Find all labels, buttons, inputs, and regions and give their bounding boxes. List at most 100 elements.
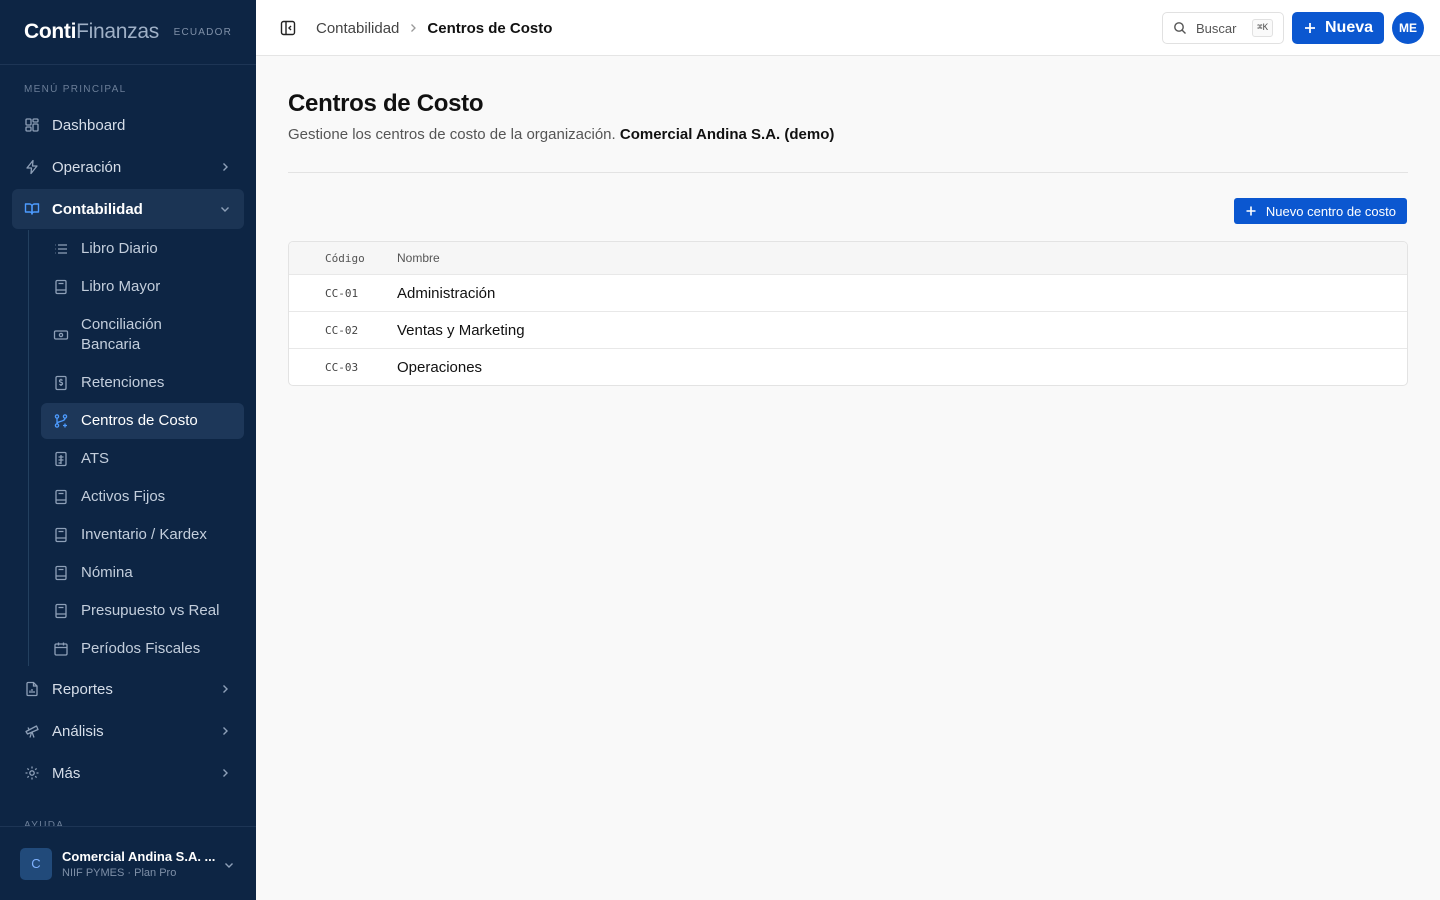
sidebar-subitem-label: Centros de Costo	[81, 412, 198, 429]
search-button[interactable]: Buscar ⌘K	[1162, 12, 1284, 44]
submenu-rail	[28, 230, 29, 666]
sidebar-item-dashboard[interactable]: Dashboard	[12, 105, 244, 145]
cell-name: Ventas y Marketing	[397, 321, 525, 339]
sidebar-subitem-libro-mayor[interactable]: Libro Mayor	[41, 267, 244, 305]
bolt-icon	[24, 159, 40, 175]
topbar: Contabilidad Centros de Costo Buscar ⌘K …	[256, 0, 1440, 56]
sidebar-toggle-icon[interactable]	[280, 20, 296, 36]
chevron-right-icon	[223, 727, 228, 735]
brand-logo[interactable]: ContiFinanzas	[24, 20, 159, 44]
sidebar-subitem-label: Activos Fijos	[81, 488, 166, 505]
org-plan: NIIF PYMES · Plan Pro	[62, 866, 177, 879]
breadcrumb-parent[interactable]: Contabilidad	[316, 20, 399, 37]
sidebar-subitem-label: ATS	[81, 450, 110, 467]
page-subtitle: Gestione los centros de costo de la orga…	[288, 126, 834, 143]
search-shortcut: ⌘K	[1252, 19, 1273, 37]
dashboard-icon	[24, 117, 40, 133]
sidebar-subitem-label: Libro Mayor	[81, 278, 161, 295]
new-button[interactable]: Nueva	[1292, 12, 1384, 44]
sidebar-subitem-label: Inventario / Kardex	[81, 526, 207, 543]
brand-name-light: Finanzas	[76, 20, 159, 43]
plus-icon	[1304, 23, 1315, 33]
add-cost-center-button[interactable]: Nuevo centro de costo	[1233, 198, 1407, 224]
ledger-icon	[55, 603, 67, 619]
telescope-icon	[24, 723, 40, 739]
breadcrumb: Contabilidad Centros de Costo	[316, 0, 552, 56]
ledger-icon	[55, 527, 67, 543]
sidebar-item-mas[interactable]: Más	[12, 753, 244, 793]
brand-country: ECUADOR	[173, 26, 232, 38]
brand: ContiFinanzas ECUADOR	[0, 0, 256, 65]
chevron-right-icon	[223, 769, 228, 777]
sidebar-item-label: Más	[52, 764, 81, 782]
sidebar-subitem-presupuesto-vs-real[interactable]: Presupuesto vs Real	[41, 591, 244, 629]
org-avatar: C	[20, 847, 52, 880]
chevron-right-icon	[223, 163, 228, 171]
page-subtitle-text: Gestione los centros de costo de la orga…	[288, 126, 616, 143]
sidebar-item-reportes[interactable]: Reportes	[12, 669, 244, 709]
cell-code: CC-01	[325, 286, 359, 300]
divider	[288, 172, 1408, 173]
ledger-icon	[55, 279, 67, 295]
sidebar-subitem-label: Nómina	[81, 564, 133, 581]
table-header: Código Nombre	[289, 242, 1407, 274]
sidebar-subitem-retenciones[interactable]: Retenciones	[41, 363, 244, 401]
new-button-label: Nueva	[1324, 19, 1374, 36]
sidebar-subitem-conciliacion-bancaria[interactable]: Conciliación Bancaria	[41, 305, 244, 363]
sidebar-subitem-periodos-fiscales[interactable]: Períodos Fiscales	[41, 629, 244, 667]
chevron-right-icon	[223, 685, 228, 693]
sidebar-item-analisis[interactable]: Análisis	[12, 711, 244, 751]
page-title: Centros de Costo	[288, 90, 484, 117]
sidebar-subitem-label: Libro Diario	[81, 240, 158, 257]
org-info: Comercial Andina S.A. ... NIIF PYMES · P…	[62, 849, 215, 879]
receipt-icon	[55, 375, 67, 391]
search-label: Buscar	[1196, 20, 1237, 36]
sidebar-subitem-label: Períodos Fiscales	[81, 640, 201, 657]
org-switcher[interactable]: C Comercial Andina S.A. ... NIIF PYMES ·…	[0, 826, 256, 900]
cell-name: Operaciones	[397, 358, 483, 376]
cost-centers-table: Código Nombre CC-01 Administración CC-02…	[288, 241, 1408, 386]
sidebar-item-label: Dashboard	[52, 116, 126, 134]
sidebar-subitem-libro-diario[interactable]: Libro Diario	[41, 229, 244, 267]
section-label-main: MENÚ PRINCIPAL	[24, 84, 127, 95]
sidebar-subitem-label: Presupuesto vs Real	[81, 602, 220, 619]
sidebar-item-label: Reportes	[52, 680, 113, 698]
sidebar-item-label: Operación	[52, 158, 122, 176]
user-avatar[interactable]: ME	[1392, 12, 1424, 44]
sidebar-subitem-ats[interactable]: ATS	[41, 439, 244, 477]
sidebar-subitem-nomina[interactable]: Nómina	[41, 553, 244, 591]
cell-code: CC-02	[325, 323, 359, 337]
table-row[interactable]: CC-02 Ventas y Marketing	[289, 311, 1407, 348]
chevron-down-icon	[225, 863, 233, 868]
sidebar-subitem-label: Retenciones	[81, 374, 165, 391]
sidebar-item-operacion[interactable]: Operación	[12, 147, 244, 187]
sidebar-item-label: Contabilidad	[52, 200, 143, 218]
spreadsheet-icon	[55, 451, 67, 467]
cell-name: Administración	[397, 284, 496, 302]
branches-icon	[54, 414, 68, 428]
column-header-code[interactable]: Código	[289, 252, 397, 265]
plus-icon	[1246, 206, 1256, 216]
brand-name-bold: Conti	[24, 20, 77, 43]
table-row[interactable]: CC-03 Operaciones	[289, 348, 1407, 385]
page-org-name: Comercial Andina S.A. (demo)	[619, 126, 835, 143]
sidebar-subitem-centros-de-costo[interactable]: Centros de Costo	[41, 403, 244, 439]
sidebar-subitem-label: Conciliación Bancaria	[81, 316, 162, 353]
ledger-icon	[55, 489, 67, 505]
chevron-right-icon	[411, 24, 417, 32]
sidebar-subitem-activos-fijos[interactable]: Activos Fijos	[41, 477, 244, 515]
column-header-name[interactable]: Nombre	[397, 251, 440, 265]
report-icon	[24, 681, 40, 697]
search-icon	[1174, 22, 1186, 34]
bank-icon	[53, 330, 69, 340]
calendar-icon	[54, 642, 68, 656]
cell-code: CC-03	[325, 360, 359, 374]
add-cost-center-label: Nuevo centro de costo	[1265, 203, 1396, 219]
gear-icon	[24, 765, 40, 781]
sidebar-item-contabilidad[interactable]: Contabilidad	[12, 189, 244, 229]
sidebar-subitem-inventario-kardex[interactable]: Inventario / Kardex	[41, 515, 244, 553]
table-row[interactable]: CC-01 Administración	[289, 274, 1407, 311]
sidebar-item-label: Análisis	[52, 722, 104, 740]
breadcrumb-current: Centros de Costo	[427, 19, 553, 37]
book-icon	[24, 201, 40, 217]
